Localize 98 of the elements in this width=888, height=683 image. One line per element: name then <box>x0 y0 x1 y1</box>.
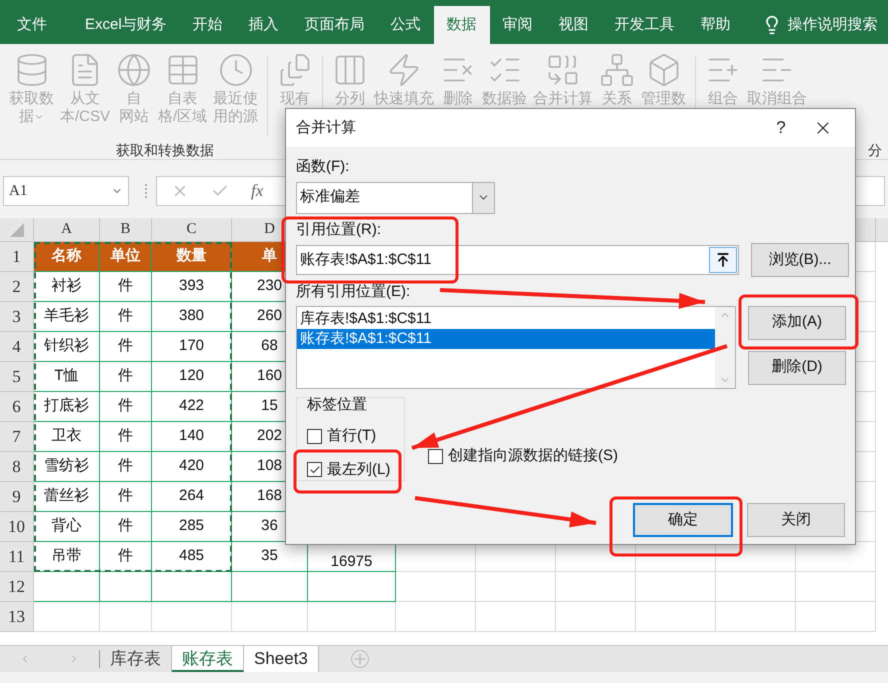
ribbon-icon <box>599 52 636 88</box>
ok-button[interactable]: 确定 <box>633 503 733 537</box>
checkbox[interactable] <box>307 428 322 444</box>
table-cell: 170 <box>152 332 232 362</box>
table-cell: 吊带 <box>34 542 100 572</box>
row-header[interactable]: 12 <box>0 572 34 602</box>
table-cell: 羊毛衫 <box>34 302 100 332</box>
sheet-tab[interactable]: 账存表 <box>172 646 244 672</box>
checkbox[interactable] <box>307 462 322 478</box>
menu-tab[interactable]: 文件 <box>4 6 60 44</box>
table-cell: 264 <box>152 482 232 512</box>
row-header[interactable]: 5 <box>0 362 34 392</box>
row-header[interactable]: 11 <box>0 542 34 572</box>
insert-function-button[interactable]: fx <box>251 178 264 204</box>
row-header[interactable]: 7 <box>0 422 34 452</box>
table-cell <box>34 602 100 632</box>
menu-tab[interactable]: Excel与财务 <box>72 6 180 44</box>
checkbox[interactable] <box>428 448 443 464</box>
row-header[interactable]: 9 <box>0 482 34 512</box>
close-button[interactable]: 关闭 <box>747 503 845 537</box>
table-cell: 件 <box>100 422 152 452</box>
table-cell: 背心 <box>34 512 100 542</box>
table-cell: 380 <box>152 302 232 332</box>
row-header[interactable]: 8 <box>0 452 34 482</box>
checkbox-label[interactable]: 最左列(L) <box>327 458 390 481</box>
checkbox-label[interactable]: 创建指向源数据的链接(S) <box>448 445 618 468</box>
table-cell: 件 <box>100 482 152 512</box>
table-cell <box>34 572 100 602</box>
name-box[interactable]: A1 <box>3 176 129 206</box>
delete-button[interactable]: 删除(D) <box>748 350 846 384</box>
table-cell: 120 <box>152 362 232 392</box>
table-cell: 打底衫 <box>34 392 100 422</box>
list-item[interactable]: 账存表!$A$1:$C$11 <box>297 328 715 348</box>
table-cell: 422 <box>152 392 232 422</box>
header-cell: 数量 <box>152 242 232 272</box>
table-cell: 件 <box>100 272 152 302</box>
menu-tab[interactable]: 插入 <box>236 6 292 44</box>
column-header[interactable]: B <box>100 218 152 241</box>
table-cell: 件 <box>100 302 152 332</box>
scrollbar[interactable] <box>715 306 735 388</box>
sheet-tab[interactable]: Sheet3 <box>244 646 319 672</box>
menu-tab[interactable]: 开始 <box>180 6 236 44</box>
ribbon-icon <box>218 52 254 88</box>
dialog-title: 合并计算 <box>296 118 357 138</box>
menu-tab[interactable]: 数据 <box>434 6 490 44</box>
menu-tab[interactable]: 帮助 <box>688 6 744 44</box>
table-cell <box>100 572 152 602</box>
group-label: 获取和转换数据 <box>116 141 214 160</box>
help-button[interactable]: ? <box>761 115 801 141</box>
menu-tab[interactable]: 开发工具 <box>602 6 688 44</box>
collapse-icon[interactable] <box>709 247 737 273</box>
table-cell: 卫衣 <box>34 422 100 452</box>
tell-me-search[interactable]: 操作说明搜索 <box>788 14 878 36</box>
menu-tab[interactable]: 审阅 <box>490 6 546 44</box>
row-header[interactable]: 4 <box>0 332 34 362</box>
table-cell: 件 <box>100 452 152 482</box>
table-cell: 衬衫 <box>34 272 100 302</box>
table-cell: 雪纺衫 <box>34 452 100 482</box>
check-icon <box>308 464 320 476</box>
ribbon-icon <box>116 52 152 88</box>
group-label: 分 <box>868 141 882 160</box>
table-cell: 393 <box>152 272 232 302</box>
column-header[interactable]: A <box>34 218 100 241</box>
grip-icon <box>145 184 148 198</box>
table-cell: 件 <box>100 332 152 362</box>
reference-list[interactable]: 库存表!$A$1:$C$11 账存表!$A$1:$C$11 <box>296 306 736 388</box>
select-all-icon[interactable] <box>10 222 24 236</box>
add-sheet-icon[interactable] <box>350 650 369 668</box>
table-cell: 件 <box>100 512 152 542</box>
table-cell: T恤 <box>34 362 100 392</box>
header-cell: 名称 <box>34 242 100 272</box>
table-cell: 件 <box>100 362 152 392</box>
table-cell: 蕾丝衫 <box>34 482 100 512</box>
menu-tab[interactable]: 页面布局 <box>292 6 378 44</box>
table-cell: 420 <box>152 452 232 482</box>
table-cell: 485 <box>152 542 232 572</box>
row-header[interactable]: 13 <box>0 602 34 632</box>
row-header[interactable]: 2 <box>0 272 34 302</box>
field-label: 函数(F): <box>296 157 350 177</box>
table-cell: 件 <box>100 392 152 422</box>
function-dropdown[interactable]: 标准偏差 <box>296 182 495 214</box>
row-header[interactable]: 1 <box>0 242 34 272</box>
row-header[interactable]: 10 <box>0 512 34 542</box>
column-header[interactable]: C <box>152 218 232 241</box>
table-cell: 140 <box>152 422 232 452</box>
add-button[interactable]: 添加(A) <box>748 306 846 340</box>
browse-button[interactable]: 浏览(B)... <box>751 243 849 277</box>
table-cell <box>100 602 152 632</box>
table-cell: 件 <box>100 542 152 572</box>
header-cell: 单位 <box>100 242 152 272</box>
reference-field[interactable]: 账存表!$A$1:$C$11 <box>296 245 739 275</box>
menu-tab[interactable]: 公式 <box>378 6 434 44</box>
row-header[interactable]: 6 <box>0 392 34 422</box>
checkbox-label[interactable]: 首行(T) <box>327 425 376 448</box>
menu-tab[interactable]: 视图 <box>546 6 602 44</box>
table-cell: 针织衫 <box>34 332 100 362</box>
table-cell: 285 <box>152 512 232 542</box>
row-header[interactable]: 3 <box>0 302 34 332</box>
